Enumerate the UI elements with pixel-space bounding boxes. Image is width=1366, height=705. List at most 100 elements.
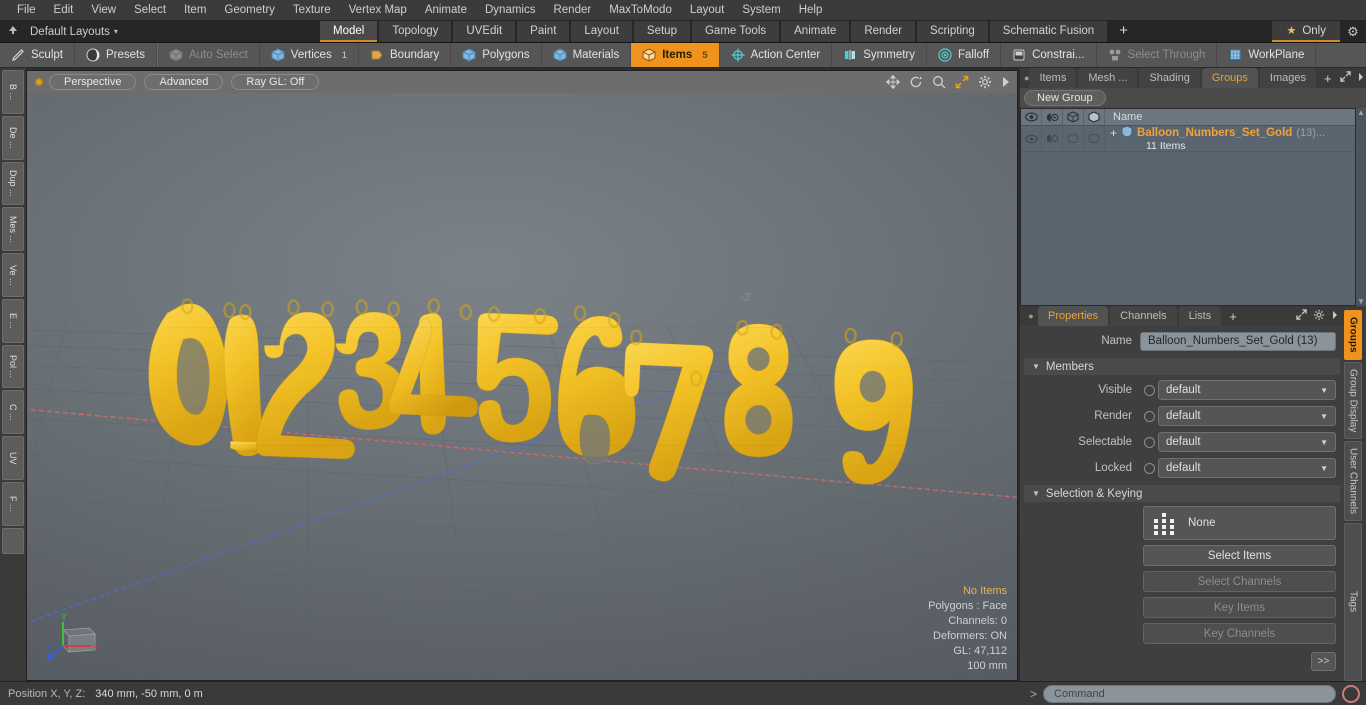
row-eye-icon[interactable] (1021, 126, 1042, 151)
shaded-icon[interactable] (1084, 109, 1105, 125)
constraint-button[interactable]: Constrai... (1001, 43, 1097, 67)
gear-icon[interactable]: ⚙ (1340, 21, 1366, 42)
layout-selector[interactable]: Default Layouts ▾ (0, 21, 320, 42)
left-tab-duplicate[interactable]: Dup ... (2, 161, 24, 206)
tab-animate[interactable]: Animate (781, 21, 850, 42)
menu-item-texture[interactable]: Texture (284, 0, 340, 21)
select-through-button[interactable]: Select Through (1097, 43, 1218, 67)
viewport-menu-dot-icon[interactable] (35, 78, 43, 86)
row-shaded-toggle[interactable] (1084, 126, 1105, 151)
polygons-button[interactable]: Polygons (451, 43, 542, 67)
menu-item-file[interactable]: File (8, 0, 45, 21)
left-tab-basic[interactable]: B ... (2, 70, 24, 114)
menu-item-item[interactable]: Item (175, 0, 215, 21)
menu-item-geometry[interactable]: Geometry (215, 0, 284, 21)
group-tree-empty-area[interactable] (1021, 152, 1355, 305)
menu-item-layout[interactable]: Layout (681, 0, 734, 21)
side-tab-user-channels[interactable]: User Channels (1344, 440, 1362, 522)
menu-item-edit[interactable]: Edit (45, 0, 83, 21)
menu-item-animate[interactable]: Animate (416, 0, 476, 21)
tab-paint[interactable]: Paint (517, 21, 570, 42)
chevron-down-icon[interactable]: ▼ (1032, 489, 1040, 498)
side-tab-group-display[interactable]: Group Display (1344, 361, 1362, 439)
locked-reset-icon[interactable] (1140, 458, 1158, 478)
only-toggle-button[interactable]: ★ Only (1272, 21, 1340, 42)
left-tab-polygon[interactable]: Pol ... (2, 344, 24, 389)
tab-schematic-fusion[interactable]: Schematic Fusion (989, 21, 1108, 42)
key-items-button[interactable]: Key Items (1143, 597, 1336, 618)
name-input[interactable]: Balloon_Numbers_Set_Gold (13) (1140, 331, 1336, 351)
menu-item-dynamics[interactable]: Dynamics (476, 0, 544, 21)
more-arrow-icon[interactable] (1001, 76, 1011, 88)
materials-button[interactable]: Materials (542, 43, 632, 67)
viewport-gl-canvas[interactable]: -Z Y X Z No Items Polygons: Face Channe… (27, 93, 1017, 680)
boundary-button[interactable]: Boundary (359, 43, 452, 67)
fit-expand-icon[interactable] (955, 75, 969, 89)
panel-tab-items[interactable]: Items (1029, 68, 1077, 88)
popout-icon[interactable] (1296, 309, 1307, 323)
selection-set-dropdown[interactable]: None (1143, 506, 1336, 540)
tab-setup[interactable]: Setup (633, 21, 690, 42)
command-input[interactable]: Command (1043, 684, 1336, 703)
menu-item-render[interactable]: Render (544, 0, 600, 21)
tab-channels[interactable]: Channels (1110, 306, 1177, 326)
panel-tab-shading[interactable]: Shading (1139, 68, 1200, 88)
left-tab-edge[interactable]: E ... (2, 298, 24, 343)
selectable-dropdown[interactable]: default ▼ (1158, 432, 1336, 452)
menu-item-select[interactable]: Select (125, 0, 175, 21)
left-tab-uv[interactable]: UV (2, 436, 24, 480)
left-tab-extra[interactable] (2, 527, 24, 554)
ray-gl-toggle[interactable]: Ray GL: Off (231, 74, 320, 90)
menu-item-view[interactable]: View (82, 0, 125, 21)
shading-mode-dropdown[interactable]: Advanced (144, 74, 224, 90)
properties-menu-dot-icon[interactable]: ● (1024, 306, 1038, 326)
pan-icon[interactable] (886, 75, 900, 89)
group-tree[interactable]: Name + Balloon_Numbers_Set_Gold (13)... … (1020, 108, 1356, 306)
visible-dropdown[interactable]: default ▼ (1158, 380, 1336, 400)
row-render-icon[interactable] (1042, 126, 1063, 151)
new-group-button[interactable]: New Group (1024, 90, 1106, 106)
menu-item-system[interactable]: System (733, 0, 789, 21)
panel-add-tab-button[interactable]: + (1318, 68, 1338, 88)
gear-icon[interactable] (978, 75, 992, 89)
expand-icon[interactable]: + (1110, 126, 1117, 140)
wireframe-icon[interactable] (1063, 109, 1084, 125)
gear-icon[interactable] (1313, 309, 1325, 324)
left-tab-mesh-edit[interactable]: Mes ... (2, 207, 24, 252)
vertices-button[interactable]: Vertices 1 (260, 43, 360, 67)
render-reset-icon[interactable] (1140, 406, 1158, 426)
select-items-button[interactable]: Select Items (1143, 545, 1336, 566)
rotate-icon[interactable] (909, 75, 923, 89)
side-tab-groups[interactable]: Groups (1344, 310, 1362, 360)
left-tab-deform[interactable]: De ... (2, 115, 24, 160)
menu-item-vertex-map[interactable]: Vertex Map (340, 0, 416, 21)
tab-topology[interactable]: Topology (379, 21, 452, 42)
render-dropdown[interactable]: default ▼ (1158, 406, 1336, 426)
tab-lists[interactable]: Lists (1178, 306, 1222, 326)
command-record-icon[interactable] (1342, 684, 1360, 703)
tab-game-tools[interactable]: Game Tools (691, 21, 780, 42)
more-button[interactable]: >> (1311, 652, 1336, 671)
falloff-button[interactable]: Falloff (927, 43, 1002, 67)
tab-layout[interactable]: Layout (571, 21, 632, 42)
key-channels-button[interactable]: Key Channels (1143, 623, 1336, 644)
selection-keying-section-header[interactable]: ▼ Selection & Keying (1024, 485, 1340, 502)
auto-select-button[interactable]: Auto Select (156, 43, 260, 67)
chevron-right-icon[interactable] (1357, 72, 1365, 85)
view-mode-dropdown[interactable]: Perspective (49, 74, 137, 90)
row-wireframe-toggle[interactable] (1063, 126, 1084, 151)
symmetry-button[interactable]: Symmetry (832, 43, 927, 67)
select-channels-button[interactable]: Select Channels (1143, 571, 1336, 592)
properties-add-tab-button[interactable]: + (1223, 306, 1243, 326)
tab-uvedit[interactable]: UVEdit (453, 21, 516, 42)
zoom-icon[interactable] (932, 75, 946, 89)
chevron-down-icon[interactable]: ▼ (1032, 362, 1040, 371)
members-section-header[interactable]: ▼ Members (1024, 358, 1340, 375)
tab-properties[interactable]: Properties (1038, 306, 1109, 326)
scroll-up-icon[interactable]: ▲ (1357, 108, 1365, 117)
presets-button[interactable]: Presets (75, 43, 157, 67)
side-tab-tags[interactable]: Tags (1344, 523, 1362, 681)
panel-tab-images[interactable]: Images (1259, 68, 1316, 88)
render-visibility-icon[interactable] (1042, 109, 1063, 125)
tab-render[interactable]: Render (851, 21, 916, 42)
